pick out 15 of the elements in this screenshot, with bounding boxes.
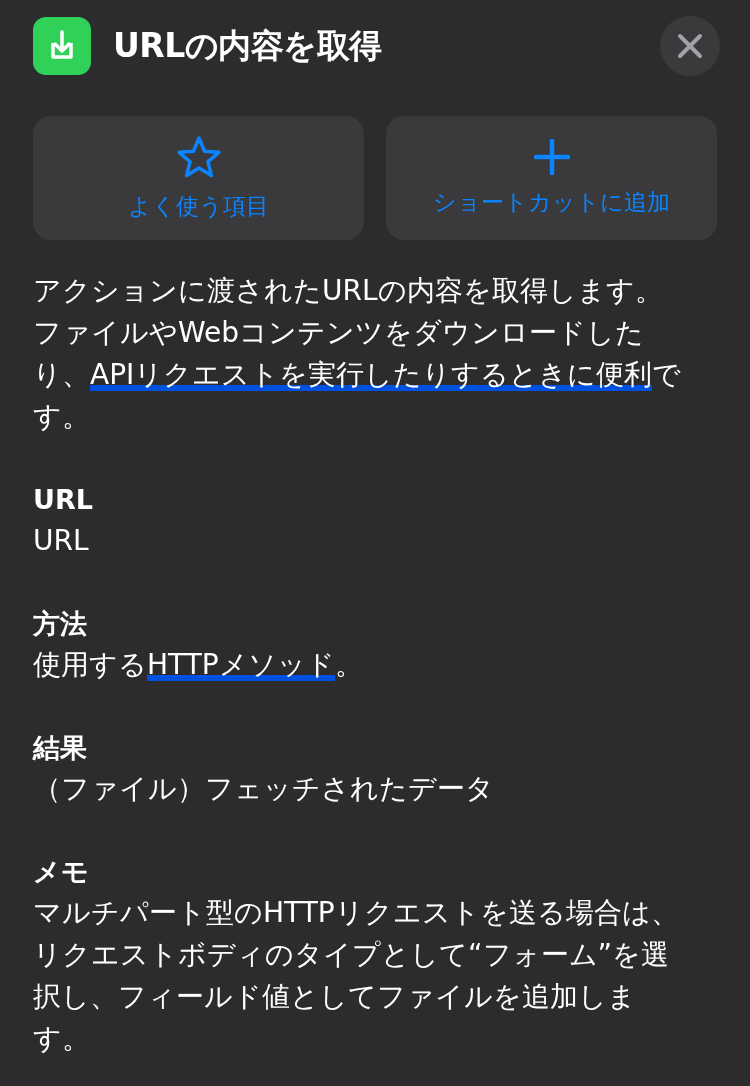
- section-text: マルチパート型のHTTPリクエストを送る場合は、リクエストボディのタイプとして“フォーム”を選択し、フィールド値としてファイルを追加します。: [33, 895, 680, 1057]
- favorite-button[interactable]: よく使う項目: [33, 116, 364, 240]
- section-heading: 方法: [33, 607, 88, 641]
- add-shortcut-button[interactable]: ショートカットに追加: [386, 116, 717, 240]
- title: URLの内容を取得: [113, 24, 383, 67]
- app-icon: [33, 17, 91, 75]
- section-heading: URL: [33, 483, 94, 517]
- section-heading: 結果: [33, 731, 88, 765]
- section-heading: メモ: [33, 855, 90, 889]
- section-text: URL: [33, 523, 90, 559]
- close-icon: [677, 33, 703, 59]
- plus-icon: [533, 138, 570, 175]
- star-icon: [175, 134, 222, 179]
- description: アクションに渡されたURLの内容を取得します。ファイルやWebコンテンツをダウンロードしたり、APIリクエストを実行したりするときに便利です。: [33, 273, 683, 435]
- section-text: （ファイル）フェッチされたデータ: [33, 771, 495, 807]
